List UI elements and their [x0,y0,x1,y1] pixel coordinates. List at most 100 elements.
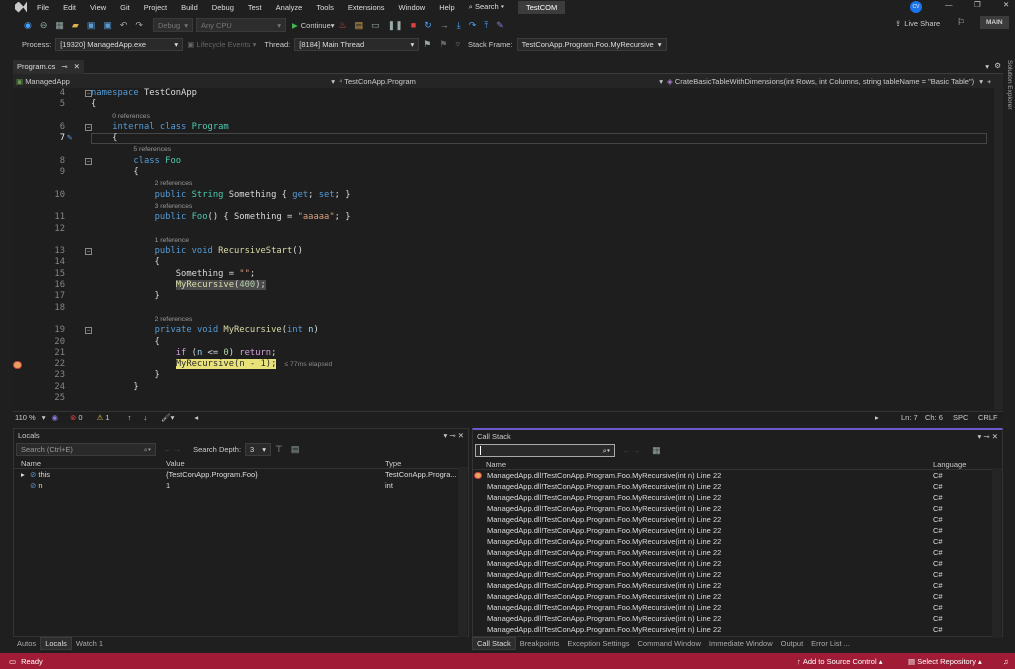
settings-gear-icon[interactable]: ⚙ [994,61,1001,70]
search-back-icon[interactable]: ← → [164,445,181,454]
feedback-icon[interactable]: ⚐ [957,17,965,28]
call-stack-search-input[interactable]: ⌕▾ [475,444,615,457]
error-count[interactable]: 0 [78,413,82,422]
menu-file[interactable]: File [37,3,49,12]
call-stack-frame[interactable]: ManagedApp.dll!TestConApp.Program.Foo.My… [473,624,1002,635]
continue-button[interactable]: ▶ Continue ▾ [292,21,335,30]
variable-value[interactable]: 1 [166,481,385,490]
call-stack-frame[interactable]: ManagedApp.dll!TestConApp.Program.Foo.My… [473,492,1002,503]
call-stack-frame[interactable]: ManagedApp.dll!TestConApp.Program.Foo.My… [473,503,1002,514]
close-tab-icon[interactable]: ✕ [74,62,80,71]
process-dropdown[interactable]: [19320] ManagedApp.exe ▾ [55,37,184,51]
diagnostics-icon[interactable]: ✎ [496,20,504,31]
filter-icon[interactable]: ▿ [455,39,460,50]
redo-icon[interactable]: ↷ [135,20,143,31]
forward-icon[interactable]: ⊖ [40,20,48,31]
call-stack-frame[interactable]: ManagedApp.dll!TestConApp.Program.Foo.My… [473,547,1002,558]
minimize-button[interactable]: — [945,0,953,9]
dropdown-icon[interactable]: ▾ [977,432,981,441]
code-editor[interactable]: 4− namespace TestConApp 5{0 references 6− i… [13,88,1003,410]
tab-locals[interactable]: Locals [40,636,72,650]
call-stack-frame[interactable]: ManagedApp.dll!TestConApp.Program.Foo.My… [473,591,1002,602]
call-stack-frame[interactable]: ManagedApp.dll!TestConApp.Program.Foo.My… [473,569,1002,580]
tab-command-window[interactable]: Command Window [634,638,705,649]
platform-dropdown[interactable]: Any CPU ▾ [195,18,286,32]
call-stack-frame[interactable]: ManagedApp.dll!TestConApp.Program.Foo.My… [473,525,1002,536]
code-lens-references[interactable]: 2 references [91,314,193,325]
column-options-icon[interactable]: ▦ [652,445,661,456]
column-value[interactable]: Value [166,459,385,468]
menu-edit[interactable]: Edit [63,3,76,12]
previous-issue-icon[interactable]: ↑ [128,413,132,422]
stop-icon[interactable]: ■ [411,20,416,30]
call-stack-frame[interactable]: ManagedApp.dll!TestConApp.Program.Foo.My… [473,481,1002,492]
hot-reload-icon[interactable]: ♨ [339,20,347,31]
search-depth-dropdown[interactable]: 3 ▾ [245,443,272,456]
code-lens-references[interactable]: 2 references [91,178,193,189]
next-issue-icon[interactable]: ↓ [143,413,147,422]
line-indicator[interactable]: Ln: 7 [901,413,918,422]
new-item-icon[interactable]: ▦ [55,20,64,31]
perf-tip[interactable]: ≤ 77ms elapsed [284,361,332,368]
line-ending-indicator[interactable]: CRLF [978,413,998,422]
close-window-button[interactable]: ✕ [1003,0,1009,9]
column-name[interactable]: Name [14,459,166,468]
configuration-dropdown[interactable]: Debug ▾ [152,18,193,32]
lifecycle-events-button[interactable]: ▣ Lifecycle Events ▾ [187,40,256,49]
menu-project[interactable]: Project [144,3,167,12]
menu-debug[interactable]: Debug [212,3,234,12]
code-lens-references[interactable]: 5 references [91,144,171,155]
code-lens-references[interactable]: 1 reference [91,235,189,246]
tab-program-cs[interactable]: Program.cs ⊸ ✕ [13,59,84,74]
tab-autos[interactable]: Autos [13,638,40,649]
pin-icon[interactable]: ⊸ [449,431,455,440]
search-button[interactable]: ⌕ Search ▾ [469,2,504,12]
call-stack-frame[interactable]: ManagedApp.dll!TestConApp.Program.Foo.My… [473,580,1002,591]
locals-search-input[interactable]: Search (Ctrl+E) ⌕▾ [16,443,156,456]
class-dropdown[interactable]: ⁴ TestConApp.Program ▾ [339,77,667,86]
select-repository-button[interactable]: ▤ Select Repository ▴ [908,657,982,666]
column-language[interactable]: Language [933,460,988,469]
call-stack-scrollbar[interactable] [992,468,1001,638]
column-name[interactable]: Name [473,460,933,469]
menu-test[interactable]: Test [248,3,262,12]
call-stack-frame[interactable]: ManagedApp.dll!TestConApp.Program.Foo.My… [473,470,1002,481]
tab-error-list[interactable]: Error List ... [807,638,854,649]
tab-list-dropdown-icon[interactable]: ▾ [985,62,989,71]
menu-extensions[interactable]: Extensions [348,3,385,12]
menu-help[interactable]: Help [439,3,454,12]
call-stack-frame[interactable]: ManagedApp.dll!TestConApp.Program.Foo.My… [473,602,1002,613]
flag-all-icon[interactable]: ⚑ [439,39,447,50]
main-badge[interactable]: MAIN [980,16,1009,29]
close-icon[interactable]: ✕ [992,432,998,441]
break-all-icon[interactable]: ❚❚ [388,20,403,31]
stack-frame-dropdown[interactable]: TestConApp.Program.Foo.MyRecursive ▾ [516,37,667,51]
step-into-icon[interactable]: ⤓ [457,20,461,31]
undo-icon[interactable]: ↶ [120,20,128,31]
window-layout-icon[interactable]: ▭ [371,20,380,31]
menu-view[interactable]: View [90,3,106,12]
save-all-icon[interactable]: ▣ [103,20,112,31]
restart-icon[interactable]: ↻ [424,20,432,31]
back-icon[interactable]: ◉ [24,20,32,31]
tab-breakpoints[interactable]: Breakpoints [516,638,564,649]
live-share-button[interactable]: ⇪ Live Share [895,19,940,28]
thread-dropdown[interactable]: [8184] Main Thread ▾ [294,37,420,51]
add-to-source-control-button[interactable]: ↑ Add to Source Control ▴ [797,657,883,666]
locals-row[interactable]: ▸ ⊘ this {TestConApp.Program.Foo} TestConAp… [14,469,468,480]
step-over-icon[interactable]: ↷ [469,20,477,31]
code-lens-references[interactable]: 0 references [91,111,150,122]
variable-value[interactable]: {TestConApp.Program.Foo} [166,470,385,479]
pin-column-icon[interactable]: ⊤ [275,444,283,455]
menu-build[interactable]: Build [181,3,198,12]
project-dropdown[interactable]: ▣ ManagedApp ▾ [13,77,339,86]
tab-output[interactable]: Output [777,638,808,649]
pin-icon[interactable]: ⊸ [61,62,67,71]
menu-git[interactable]: Git [120,3,130,12]
copilot-icon[interactable]: ◉ [51,413,58,422]
tab-watch-1[interactable]: Watch 1 [72,638,107,649]
call-stack-frame[interactable]: ManagedApp.dll!TestConApp.Program.Foo.My… [473,613,1002,624]
save-icon[interactable]: ▣ [87,20,96,31]
call-stack-frame[interactable]: ManagedApp.dll!TestConApp.Program.Foo.My… [473,558,1002,569]
column-indicator[interactable]: Ch: 6 [925,413,943,422]
